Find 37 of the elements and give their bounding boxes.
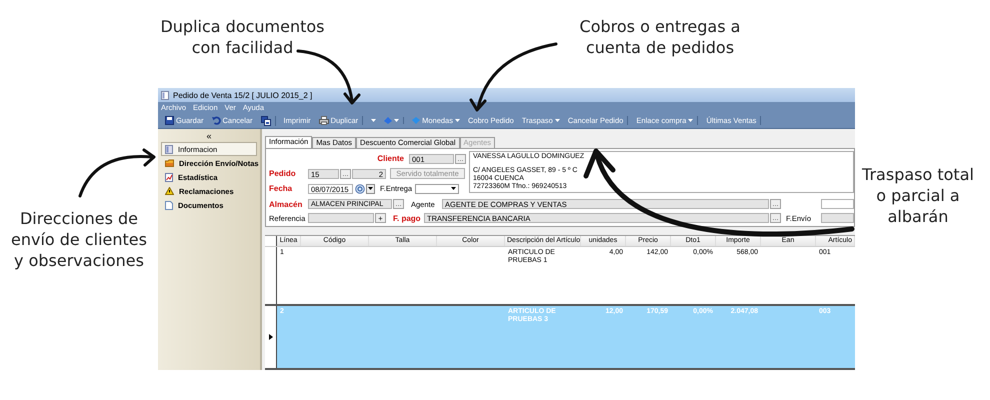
field-label: F. pago xyxy=(393,214,422,222)
warning-icon xyxy=(165,187,174,195)
field-label: Pedido xyxy=(269,169,297,178)
delivery-date-dropdown[interactable] xyxy=(415,184,459,194)
document-icon xyxy=(165,144,173,154)
undo-icon xyxy=(212,116,221,125)
field-label: Fecha xyxy=(269,184,294,193)
callout-text: Cobros o entregas a cuenta de pedidos xyxy=(578,16,742,58)
caret-icon xyxy=(451,187,456,190)
row-pointer-icon xyxy=(268,334,272,340)
caret-icon xyxy=(394,119,400,122)
callout-text: Duplica documentos con facilidad xyxy=(159,16,326,58)
callout-text: Traspaso total o parcial a albarán xyxy=(861,164,975,227)
text-field[interactable] xyxy=(821,199,854,209)
caret-icon xyxy=(688,119,694,122)
window-title: Pedido de Venta 15/2 [ JULIO 2015_2 ] xyxy=(173,90,312,100)
callout-text: Direcciones de envío de clientes y observaciones xyxy=(10,208,148,271)
ship-date-field[interactable] xyxy=(821,213,854,223)
printer-icon xyxy=(318,116,329,125)
floppy-disks-icon xyxy=(260,116,271,126)
field-label: Cliente xyxy=(376,154,405,163)
caret-icon xyxy=(371,119,376,122)
dropdown-button[interactable] xyxy=(366,184,375,194)
diamond-icon xyxy=(384,117,392,124)
caret-icon xyxy=(554,119,560,122)
caret-icon xyxy=(368,187,373,190)
document-icon xyxy=(161,90,169,100)
chart-document-icon xyxy=(165,172,173,182)
document-icon xyxy=(165,200,173,210)
reference-field[interactable] xyxy=(308,213,374,223)
folder-icon xyxy=(165,159,174,167)
caret-icon xyxy=(454,119,460,122)
field-label: Almacén xyxy=(269,200,304,208)
row-selector-cell[interactable] xyxy=(265,306,277,368)
calendar-icon[interactable] xyxy=(355,184,365,194)
collapse-button[interactable]: « xyxy=(161,131,257,142)
diamond-icon xyxy=(412,117,420,124)
